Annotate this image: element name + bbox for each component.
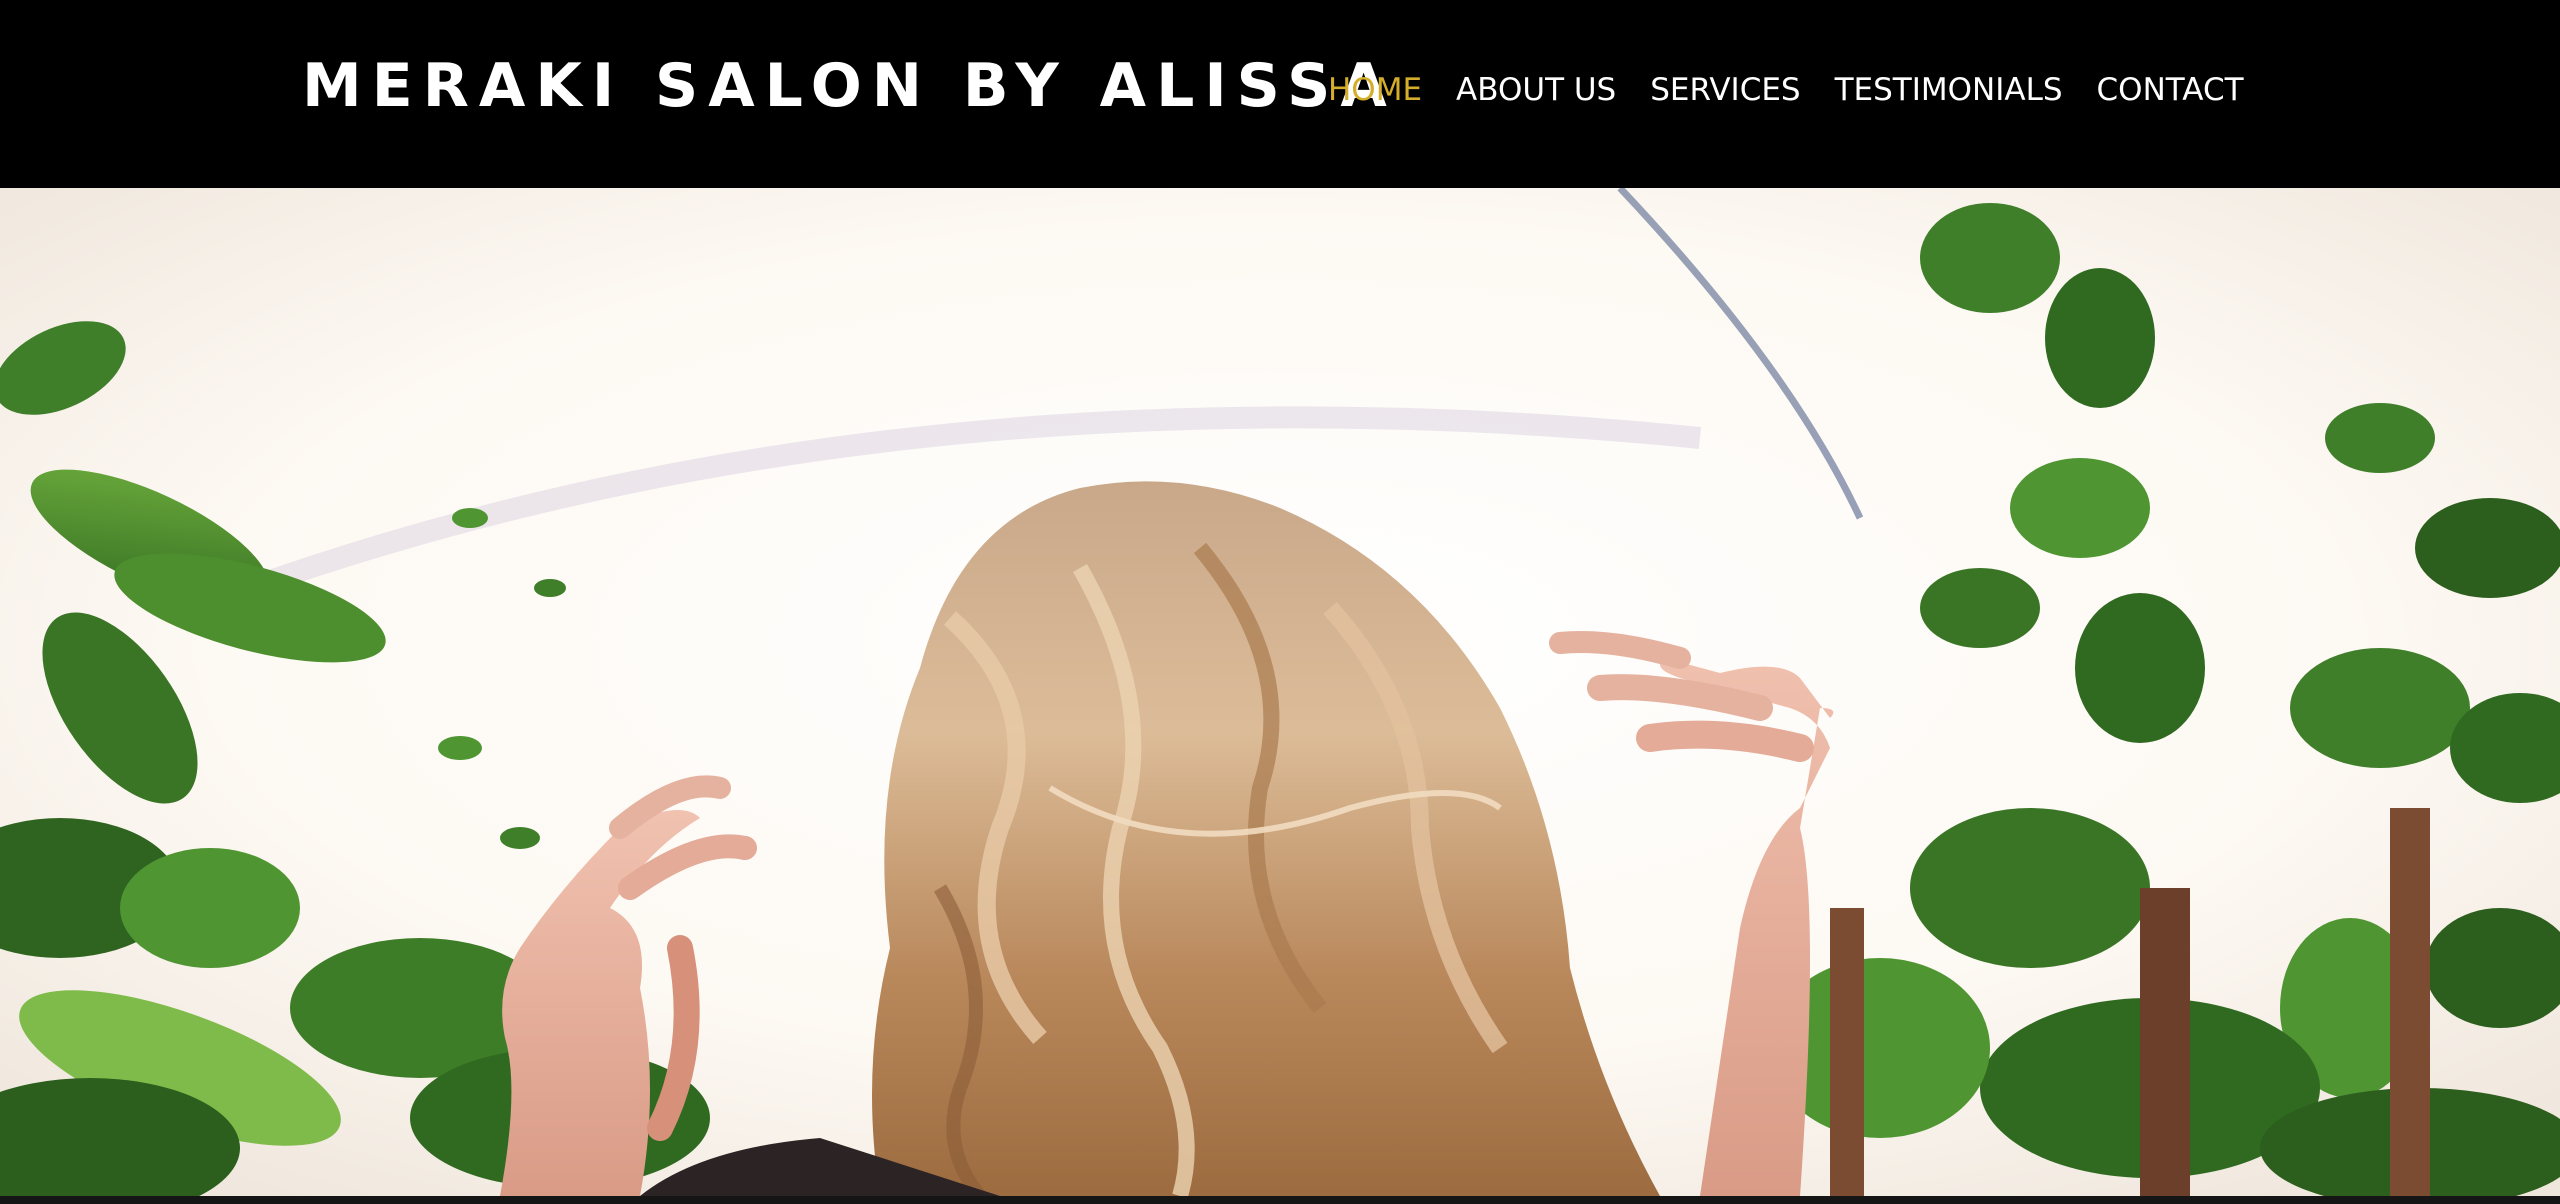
nav-link-services[interactable]: SERVICES [1650,68,1800,112]
nav-link-contact[interactable]: CONTACT [2097,68,2244,112]
site-header: MERAKI SALON BY ALISSA HOME ABOUT US SER… [0,0,2560,188]
hero-image [0,188,2560,1196]
page-bottom-edge [0,1196,2560,1204]
nav-item-contact: CONTACT [2097,68,2244,112]
hero-illustration [0,188,2560,1196]
nav-link-about-us[interactable]: ABOUT US [1456,68,1616,112]
nav-link-testimonials[interactable]: TESTIMONIALS [1835,68,2063,112]
nav-item-about-us: ABOUT US [1456,68,1616,112]
site-logo-text[interactable]: MERAKI SALON BY ALISSA [302,50,1397,122]
nav-item-testimonials: TESTIMONIALS [1835,68,2063,112]
nav-item-home: HOME [1328,68,1422,112]
nav-link-home[interactable]: HOME [1328,68,1422,112]
nav-item-services: SERVICES [1650,68,1800,112]
nav-list: HOME ABOUT US SERVICES TESTIMONIALS CONT… [1328,68,2244,112]
